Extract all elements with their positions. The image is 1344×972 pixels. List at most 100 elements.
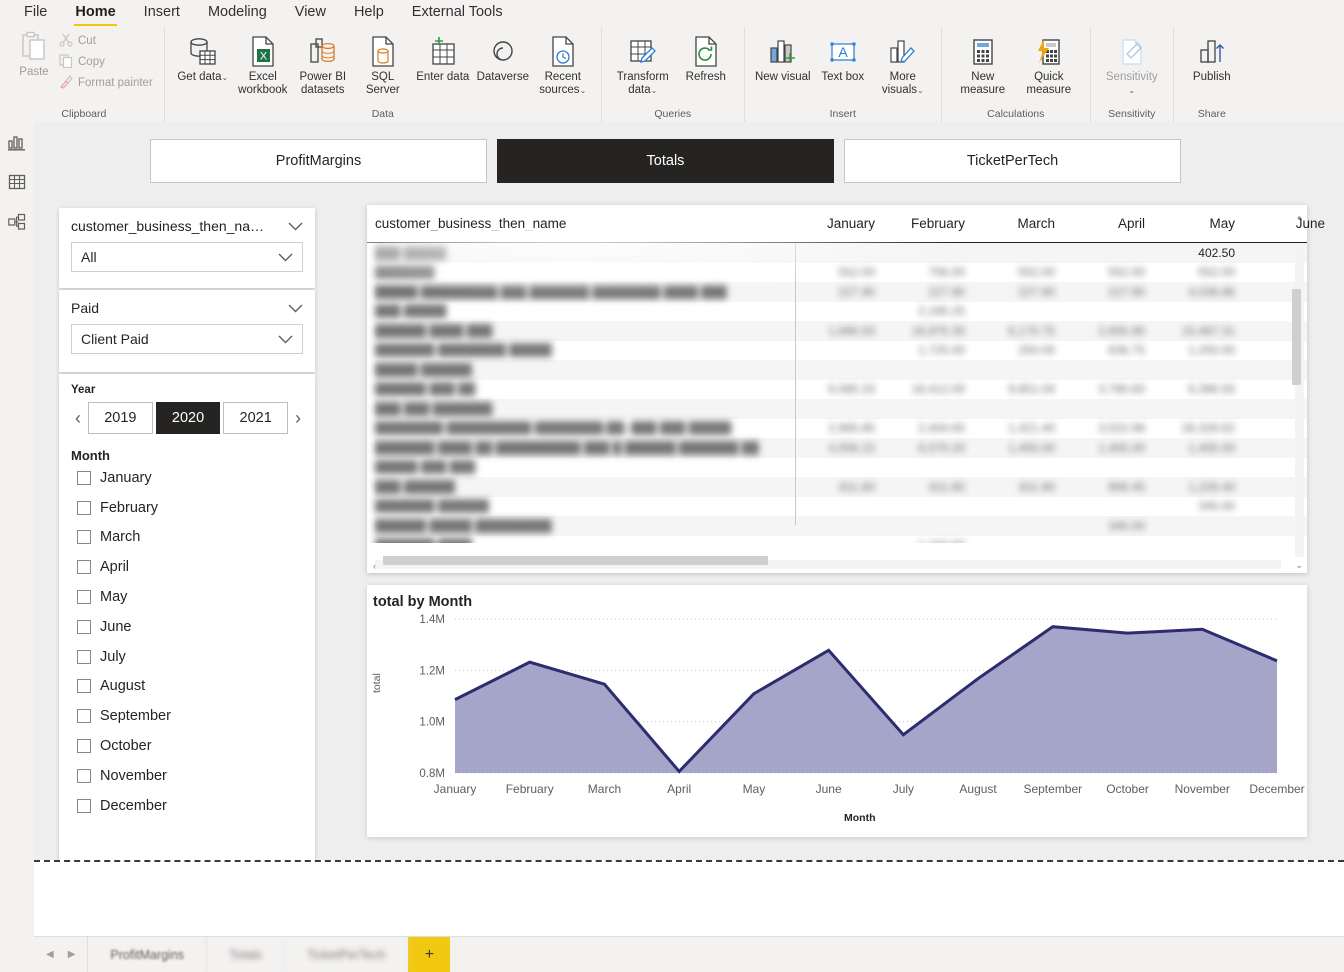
- publish-button[interactable]: Publish: [1182, 29, 1242, 84]
- quick-measure-button[interactable]: Quick measure: [1016, 29, 1082, 97]
- matrix-column-header-may[interactable]: May: [1155, 205, 1245, 242]
- checkbox-icon[interactable]: [77, 799, 91, 813]
- copy-button[interactable]: Copy: [56, 52, 156, 72]
- sql-server-button[interactable]: SQL Server: [353, 29, 413, 97]
- checkbox-icon[interactable]: [77, 590, 91, 604]
- matrix-column-header-april[interactable]: April: [1065, 205, 1155, 242]
- scroll-left-caret-icon[interactable]: ‹: [373, 561, 376, 571]
- matrix-row[interactable]: ██████ █████ █████████345.00: [375, 516, 1307, 536]
- dataverse-button[interactable]: Dataverse: [473, 29, 533, 84]
- year-next-arrow-icon[interactable]: ›: [291, 409, 305, 427]
- matrix-row[interactable]: ███ █████2,195.25: [375, 302, 1307, 322]
- month-checkbox-october[interactable]: October: [71, 731, 305, 761]
- month-checkbox-december[interactable]: December: [71, 791, 305, 821]
- checkbox-icon[interactable]: [77, 739, 91, 753]
- power-bi-datasets-button[interactable]: Power BI datasets: [293, 29, 353, 97]
- menu-item-file[interactable]: File: [10, 0, 61, 26]
- month-checkbox-november[interactable]: November: [71, 761, 305, 791]
- month-checkbox-january[interactable]: January: [71, 463, 305, 493]
- matrix-horizontal-scrollbar-track[interactable]: [375, 560, 1281, 569]
- matrix-row[interactable]: █████ ███ ███: [375, 458, 1307, 478]
- month-checkbox-may[interactable]: May: [71, 582, 305, 612]
- nav-button-ticketpertech[interactable]: TicketPerTech: [844, 139, 1181, 183]
- enter-data-button[interactable]: Enter data: [413, 29, 473, 84]
- chevron-down-icon[interactable]: [278, 249, 293, 265]
- matrix-row[interactable]: ██████ ████ ███1,690.5016,975.306,170.75…: [375, 321, 1307, 341]
- chevron-down-icon[interactable]: [288, 218, 303, 234]
- recent-sources-button[interactable]: Recent sources⌄: [533, 29, 593, 97]
- checkbox-icon[interactable]: [77, 679, 91, 693]
- add-page-button[interactable]: +: [408, 937, 450, 972]
- page-tab-ticketpertech[interactable]: TicketPerTech: [285, 937, 409, 972]
- nav-button-profitmargins[interactable]: ProfitMargins: [150, 139, 487, 183]
- more-visuals-button[interactable]: More visuals⌄: [873, 29, 933, 97]
- slicer-paid[interactable]: Paid Client Paid: [59, 290, 315, 372]
- menu-item-view[interactable]: View: [281, 0, 340, 26]
- checkbox-icon[interactable]: [77, 471, 91, 485]
- menu-item-insert[interactable]: Insert: [130, 0, 194, 26]
- checkbox-icon[interactable]: [77, 620, 91, 634]
- matrix-row[interactable]: █████ ██████: [375, 360, 1307, 380]
- chart-visual-total-by-month[interactable]: total by Month total 0.8M1.0M1.2M1.4MJan…: [367, 585, 1307, 837]
- matrix-visual-totals[interactable]: customer_business_then_name January Febr…: [367, 205, 1307, 573]
- chevron-right-icon[interactable]: ▶: [68, 949, 76, 960]
- slicer-paid-dropdown[interactable]: Client Paid: [71, 324, 303, 354]
- format-painter-button[interactable]: Format painter: [56, 73, 156, 93]
- matrix-horizontal-scrollbar-thumb[interactable]: [383, 556, 768, 565]
- report-view-icon[interactable]: [0, 122, 34, 162]
- matrix-column-header-june[interactable]: June: [1245, 205, 1335, 242]
- month-checkbox-september[interactable]: September: [71, 701, 305, 731]
- year-tile-2021[interactable]: 2021: [223, 402, 288, 434]
- chevron-down-icon[interactable]: [278, 331, 293, 347]
- month-checkbox-march[interactable]: March: [71, 523, 305, 553]
- matrix-row[interactable]: ███ ███ ███████: [375, 399, 1307, 419]
- checkbox-icon[interactable]: [77, 769, 91, 783]
- checkbox-icon[interactable]: [77, 530, 91, 544]
- month-checkbox-february[interactable]: February: [71, 493, 305, 523]
- matrix-column-header-february[interactable]: February: [885, 205, 975, 242]
- month-checkbox-april[interactable]: April: [71, 552, 305, 582]
- month-checkbox-august[interactable]: August: [71, 672, 305, 702]
- paste-button[interactable]: Paste: [12, 29, 56, 78]
- nav-button-totals[interactable]: Totals: [497, 139, 834, 183]
- matrix-body[interactable]: ███ █████402.50███████552.00756.00552.00…: [367, 243, 1307, 543]
- new-measure-button[interactable]: New measure: [950, 29, 1016, 97]
- text-box-button[interactable]: A Text box: [813, 29, 873, 84]
- matrix-row[interactable]: █████ █████████ ███ ███████ ████████ ███…: [375, 282, 1307, 302]
- matrix-row[interactable]: ███████ ████1,150.00: [375, 536, 1307, 544]
- page-tab-profitmargins[interactable]: ProfitMargins: [88, 937, 207, 972]
- model-view-icon[interactable]: [0, 202, 34, 242]
- checkbox-icon[interactable]: [77, 560, 91, 574]
- matrix-row[interactable]: ███ █████402.50: [375, 243, 1307, 263]
- refresh-button[interactable]: Refresh: [676, 29, 736, 84]
- chevron-left-icon[interactable]: ◀: [46, 949, 54, 960]
- matrix-row[interactable]: ███████ ████████ █████1,725.00250.00636.…: [375, 341, 1307, 361]
- year-tile-2020[interactable]: 2020: [156, 402, 221, 434]
- checkbox-icon[interactable]: [77, 501, 91, 515]
- matrix-row[interactable]: ███████552.00756.00552.00552.00552.00: [375, 263, 1307, 283]
- scroll-down-caret-icon[interactable]: ⌄: [1295, 560, 1303, 571]
- matrix-row[interactable]: ███████ ██████345.00: [375, 497, 1307, 517]
- transform-data-button[interactable]: Transform data⌄: [610, 29, 676, 97]
- year-tile-2019[interactable]: 2019: [88, 402, 153, 434]
- menu-item-modeling[interactable]: Modeling: [194, 0, 281, 26]
- matrix-vertical-scrollbar-thumb[interactable]: [1292, 289, 1301, 385]
- new-visual-button[interactable]: New visual: [753, 29, 813, 84]
- matrix-row[interactable]: ████████ ██████████ ████████(██) ███ ███…: [375, 419, 1307, 439]
- matrix-column-header-january[interactable]: January: [795, 205, 885, 242]
- matrix-column-header-name[interactable]: customer_business_then_name: [375, 205, 795, 242]
- month-checkbox-june[interactable]: June: [71, 612, 305, 642]
- matrix-row[interactable]: ███████ ████ ██ ██████████ ███ █ ██████ …: [375, 438, 1307, 458]
- year-prev-arrow-icon[interactable]: ‹: [71, 409, 85, 427]
- get-data-button[interactable]: Get data⌄: [173, 29, 233, 84]
- chevron-down-icon[interactable]: [288, 300, 303, 316]
- matrix-column-header-march[interactable]: March: [975, 205, 1065, 242]
- matrix-row[interactable]: ███ ██████811.80811.80811.80906.451,226.…: [375, 477, 1307, 497]
- page-tab-totals[interactable]: Totals: [207, 937, 285, 972]
- slicer-customer-business-then-name[interactable]: customer_business_then_na… All: [59, 208, 315, 288]
- matrix-vertical-scrollbar-track[interactable]: [1295, 245, 1304, 557]
- menu-item-home[interactable]: Home: [61, 0, 129, 26]
- matrix-row[interactable]: ██████ ███ ██6,085.3316,412.009,851.043,…: [375, 380, 1307, 400]
- sensitivity-button[interactable]: Sensitivity⌄: [1099, 29, 1165, 97]
- slicer-customer-dropdown[interactable]: All: [71, 242, 303, 272]
